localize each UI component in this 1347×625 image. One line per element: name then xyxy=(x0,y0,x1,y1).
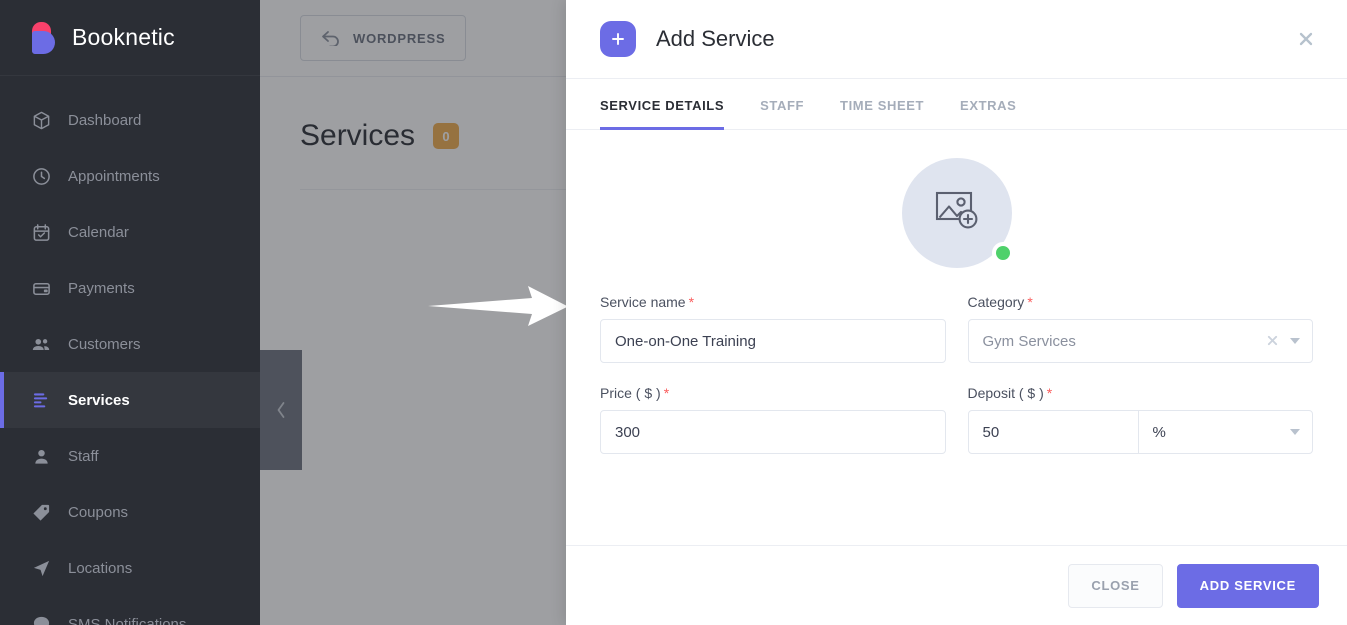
modal-tabs: SERVICE DETAILS STAFF TIME SHEET EXTRAS xyxy=(566,79,1347,130)
chevron-down-icon[interactable] xyxy=(1290,338,1300,344)
deposit-label-text: Deposit ( $ ) xyxy=(967,385,1044,401)
sidebar-item-label: Services xyxy=(68,391,130,409)
category-label: Category * xyxy=(968,294,1314,310)
tab-time-sheet[interactable]: TIME SHEET xyxy=(840,79,924,130)
sidebar-item-label: Customers xyxy=(68,335,141,353)
users-icon xyxy=(30,333,52,355)
modal-title: Add Service xyxy=(656,26,775,51)
clock-icon xyxy=(30,165,52,187)
deposit-unit-value: % xyxy=(1152,423,1166,441)
status-dot xyxy=(991,242,1014,264)
app-root: WORDPRESS Services 0 Booknetic Dashboard… xyxy=(0,0,1347,625)
deposit-unit-select[interactable]: % xyxy=(1139,411,1313,453)
sidebar-item-calendar[interactable]: Calendar xyxy=(0,204,260,260)
field-service-name: Service name * One-on-One Training xyxy=(600,294,946,363)
sidebar-item-staff[interactable]: Staff xyxy=(0,428,260,484)
message-icon xyxy=(30,613,52,625)
sidebar-item-payments[interactable]: Payments xyxy=(0,260,260,316)
form-row-name-category: Service name * One-on-One Training Catego… xyxy=(600,294,1313,363)
deposit-input[interactable]: 50 xyxy=(969,411,1139,453)
add-image-icon xyxy=(932,189,982,238)
price-input[interactable]: 300 xyxy=(600,410,946,454)
tab-extras[interactable]: EXTRAS xyxy=(960,79,1016,130)
field-category: Category * Gym Services xyxy=(967,294,1314,363)
sidebar-item-sms-notifications[interactable]: SMS Notifications xyxy=(0,596,260,625)
sidebar-item-label: Staff xyxy=(68,447,99,465)
add-service-button[interactable]: ADD SERVICE xyxy=(1176,563,1319,608)
price-label: Price ( $ ) * xyxy=(600,385,946,401)
field-deposit: Deposit ( $ ) * 50 % xyxy=(967,385,1314,454)
sidebar-item-appointments[interactable]: Appointments xyxy=(0,148,260,204)
sidebar-item-coupons[interactable]: Coupons xyxy=(0,484,260,540)
sidebar-item-services[interactable]: Services xyxy=(0,372,260,428)
service-name-label-text: Service name xyxy=(600,294,686,310)
add-service-modal: Add Service SERVICE DETAILS STAFF TIME S… xyxy=(566,0,1347,625)
service-name-input[interactable]: One-on-One Training xyxy=(600,319,946,363)
sidebar-item-label: Coupons xyxy=(68,503,129,521)
required-asterisk: * xyxy=(1027,294,1033,310)
close-icon[interactable] xyxy=(1291,24,1321,54)
sidebar-item-label: Calendar xyxy=(68,223,129,241)
sidebar-item-customers[interactable]: Customers xyxy=(0,316,260,372)
tab-staff[interactable]: STAFF xyxy=(760,79,804,130)
modal-header: Add Service xyxy=(566,0,1347,79)
sidebar-item-label: SMS Notifications xyxy=(68,615,187,625)
calendar-icon xyxy=(30,221,52,243)
chevron-down-icon[interactable] xyxy=(1290,429,1300,435)
list-icon xyxy=(30,389,52,411)
wallet-icon xyxy=(30,277,52,299)
close-button[interactable]: CLOSE xyxy=(1068,563,1163,608)
sidebar-item-locations[interactable]: Locations xyxy=(0,540,260,596)
tag-icon xyxy=(30,501,52,523)
sidebar-item-label: Dashboard xyxy=(68,111,142,129)
price-label-text: Price ( $ ) xyxy=(600,385,661,401)
category-label-text: Category xyxy=(967,294,1025,310)
sidebar-item-dashboard[interactable]: Dashboard xyxy=(0,92,260,148)
category-value: Gym Services xyxy=(982,332,1076,350)
booknetic-logo-icon xyxy=(30,21,58,54)
sidebar-nav: Dashboard Appointments Calendar Payments… xyxy=(0,76,260,625)
category-select[interactable]: Gym Services xyxy=(967,319,1313,363)
sidebar-item-label: Locations xyxy=(68,559,133,577)
brand-name: Booknetic xyxy=(72,24,175,50)
required-asterisk: * xyxy=(688,294,695,310)
sidebar-item-label: Appointments xyxy=(68,167,160,185)
modal-footer: CLOSE ADD SERVICE xyxy=(566,545,1347,625)
sidebar-item-label: Payments xyxy=(68,279,135,297)
form-row-price-deposit: Price ( $ ) * 300 Deposit ( $ ) * 50 % xyxy=(600,385,1313,454)
service-name-label: Service name * xyxy=(600,294,946,310)
service-image-upload-wrap xyxy=(600,158,1313,268)
location-icon xyxy=(30,557,52,579)
person-icon xyxy=(30,445,52,467)
deposit-label: Deposit ( $ ) * xyxy=(968,385,1314,401)
tab-service-details[interactable]: SERVICE DETAILS xyxy=(600,79,725,130)
sidebar: Booknetic Dashboard Appointments Calenda… xyxy=(0,0,260,625)
required-asterisk: * xyxy=(663,385,670,401)
deposit-group: 50 % xyxy=(967,410,1313,454)
plus-icon xyxy=(600,21,636,57)
box-icon xyxy=(30,109,52,131)
clear-icon[interactable] xyxy=(1267,334,1278,349)
brand[interactable]: Booknetic xyxy=(0,0,260,76)
field-price: Price ( $ ) * 300 xyxy=(600,385,946,454)
modal-body: Service name * One-on-One Training Catego… xyxy=(566,130,1347,545)
required-asterisk: * xyxy=(1046,385,1053,401)
modal-backdrop[interactable] xyxy=(260,0,566,625)
service-image-upload[interactable] xyxy=(901,158,1014,268)
